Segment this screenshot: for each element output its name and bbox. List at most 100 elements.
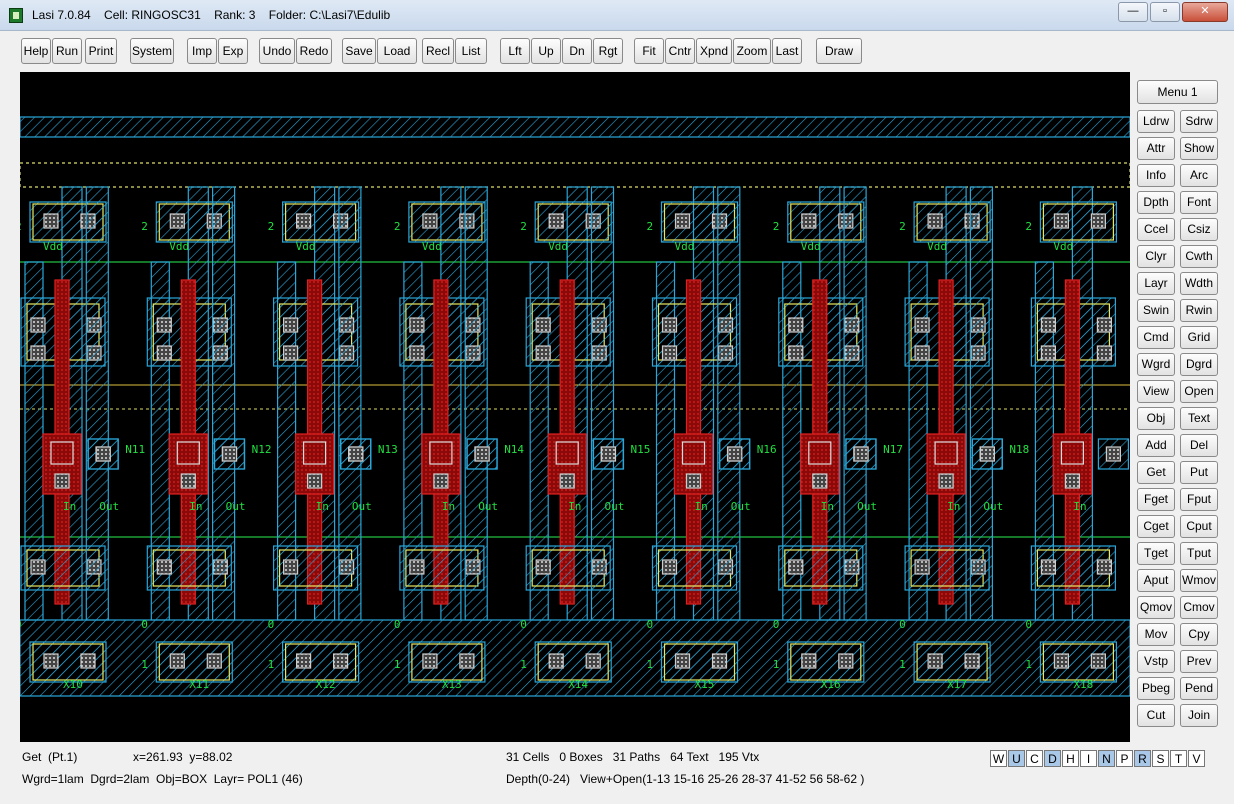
zoom-button[interactable]: Zoom bbox=[733, 38, 771, 64]
last-button[interactable]: Last bbox=[772, 38, 802, 64]
swin-button[interactable]: Swin bbox=[1137, 299, 1175, 322]
cntr-button[interactable]: Cntr bbox=[665, 38, 695, 64]
layout-drawing[interactable]: 2VddN10OutIn01X102VddN11OutIn01X112VddN1… bbox=[20, 72, 1130, 742]
toggle-h[interactable]: H bbox=[1062, 750, 1079, 767]
fget-button[interactable]: Fget bbox=[1137, 488, 1175, 511]
prev-button[interactable]: Prev bbox=[1180, 650, 1218, 673]
vdd-contact bbox=[43, 213, 59, 229]
put-button[interactable]: Put bbox=[1180, 461, 1218, 484]
tget-button[interactable]: Tget bbox=[1137, 542, 1175, 565]
view-button[interactable]: View bbox=[1137, 380, 1175, 403]
cut-button[interactable]: Cut bbox=[1137, 704, 1175, 727]
cput-button[interactable]: Cput bbox=[1180, 515, 1218, 538]
arc-button[interactable]: Arc bbox=[1180, 164, 1218, 187]
pbeg-button[interactable]: Pbeg bbox=[1137, 677, 1175, 700]
show-button[interactable]: Show bbox=[1180, 137, 1218, 160]
label-gnd: 0 bbox=[773, 618, 780, 631]
wmov-button[interactable]: Wmov bbox=[1180, 569, 1218, 592]
obj-button[interactable]: Obj bbox=[1137, 407, 1175, 430]
tput-button[interactable]: Tput bbox=[1180, 542, 1218, 565]
list-button[interactable]: List bbox=[455, 38, 487, 64]
system-button[interactable]: System bbox=[130, 38, 174, 64]
up-button[interactable]: Up bbox=[531, 38, 561, 64]
layout-canvas[interactable]: 2VddN10OutIn01X102VddN11OutIn01X112VddN1… bbox=[20, 72, 1130, 742]
toggle-r[interactable]: R bbox=[1134, 750, 1151, 767]
clyr-button[interactable]: Clyr bbox=[1137, 245, 1175, 268]
save-button[interactable]: Save bbox=[342, 38, 376, 64]
gnd-contact bbox=[296, 653, 312, 669]
instance-label: X18 bbox=[1073, 678, 1093, 691]
undo-button[interactable]: Undo bbox=[259, 38, 295, 64]
aput-button[interactable]: Aput bbox=[1137, 569, 1175, 592]
label-gnd: 0 bbox=[141, 618, 148, 631]
xpnd-button[interactable]: Xpnd bbox=[696, 38, 732, 64]
maximize-button[interactable]: ▫ bbox=[1150, 2, 1180, 22]
ccel-button[interactable]: Ccel bbox=[1137, 218, 1175, 241]
ldrw-button[interactable]: Ldrw bbox=[1137, 110, 1175, 133]
text-button[interactable]: Text bbox=[1180, 407, 1218, 430]
pend-button[interactable]: Pend bbox=[1180, 677, 1218, 700]
close-button[interactable]: ✕ bbox=[1182, 2, 1228, 22]
font-button[interactable]: Font bbox=[1180, 191, 1218, 214]
dgrd-button[interactable]: Dgrd bbox=[1180, 353, 1218, 376]
toggle-u[interactable]: U bbox=[1008, 750, 1025, 767]
cwth-button[interactable]: Cwth bbox=[1180, 245, 1218, 268]
redo-button[interactable]: Redo bbox=[296, 38, 332, 64]
toggle-n[interactable]: N bbox=[1098, 750, 1115, 767]
toggle-i[interactable]: I bbox=[1080, 750, 1097, 767]
wdth-button[interactable]: Wdth bbox=[1180, 272, 1218, 295]
instance-label: X11 bbox=[189, 678, 209, 691]
cmd-button[interactable]: Cmd bbox=[1137, 326, 1175, 349]
run-button[interactable]: Run bbox=[52, 38, 82, 64]
toggle-w[interactable]: W bbox=[990, 750, 1007, 767]
pmos-contact bbox=[788, 317, 804, 333]
imp-button[interactable]: Imp bbox=[187, 38, 217, 64]
toggle-v[interactable]: V bbox=[1188, 750, 1205, 767]
minimize-button[interactable]: — bbox=[1118, 2, 1148, 22]
dn-button[interactable]: Dn bbox=[562, 38, 592, 64]
load-button[interactable]: Load bbox=[377, 38, 417, 64]
pmos-contact bbox=[409, 317, 425, 333]
toggle-s[interactable]: S bbox=[1152, 750, 1169, 767]
wgrd-button[interactable]: Wgrd bbox=[1137, 353, 1175, 376]
gnd-contact bbox=[459, 653, 475, 669]
vstp-button[interactable]: Vstp bbox=[1137, 650, 1175, 673]
toggle-p[interactable]: P bbox=[1116, 750, 1133, 767]
help-button[interactable]: Help bbox=[21, 38, 51, 64]
join-button[interactable]: Join bbox=[1180, 704, 1218, 727]
sdrw-button[interactable]: Sdrw bbox=[1180, 110, 1218, 133]
lft-button[interactable]: Lft bbox=[500, 38, 530, 64]
toggle-t[interactable]: T bbox=[1170, 750, 1187, 767]
del-button[interactable]: Del bbox=[1180, 434, 1218, 457]
rwin-button[interactable]: Rwin bbox=[1180, 299, 1218, 322]
label-out: Out bbox=[226, 500, 246, 513]
poly-via bbox=[812, 473, 828, 489]
cmov-button[interactable]: Cmov bbox=[1180, 596, 1218, 619]
toggle-c[interactable]: C bbox=[1026, 750, 1043, 767]
recl-button[interactable]: Recl bbox=[422, 38, 454, 64]
exp-button[interactable]: Exp bbox=[218, 38, 248, 64]
poly-via bbox=[307, 473, 323, 489]
print-button[interactable]: Print bbox=[85, 38, 117, 64]
csiz-button[interactable]: Csiz bbox=[1180, 218, 1218, 241]
label-out: Out bbox=[983, 500, 1003, 513]
add-button[interactable]: Add bbox=[1137, 434, 1175, 457]
draw-button[interactable]: Draw bbox=[816, 38, 862, 64]
fput-button[interactable]: Fput bbox=[1180, 488, 1218, 511]
grid-button[interactable]: Grid bbox=[1180, 326, 1218, 349]
attr-button[interactable]: Attr bbox=[1137, 137, 1175, 160]
mov-button[interactable]: Mov bbox=[1137, 623, 1175, 646]
info-button[interactable]: Info bbox=[1137, 164, 1175, 187]
fit-button[interactable]: Fit bbox=[634, 38, 664, 64]
open-button[interactable]: Open bbox=[1180, 380, 1218, 403]
qmov-button[interactable]: Qmov bbox=[1137, 596, 1175, 619]
layr-button[interactable]: Layr bbox=[1137, 272, 1175, 295]
rgt-button[interactable]: Rgt bbox=[593, 38, 623, 64]
vdd-contact bbox=[169, 213, 185, 229]
menu-button[interactable]: Menu 1 bbox=[1137, 80, 1218, 104]
dpth-button[interactable]: Dpth bbox=[1137, 191, 1175, 214]
cpy-button[interactable]: Cpy bbox=[1180, 623, 1218, 646]
get-button[interactable]: Get bbox=[1137, 461, 1175, 484]
toggle-d[interactable]: D bbox=[1044, 750, 1061, 767]
cget-button[interactable]: Cget bbox=[1137, 515, 1175, 538]
